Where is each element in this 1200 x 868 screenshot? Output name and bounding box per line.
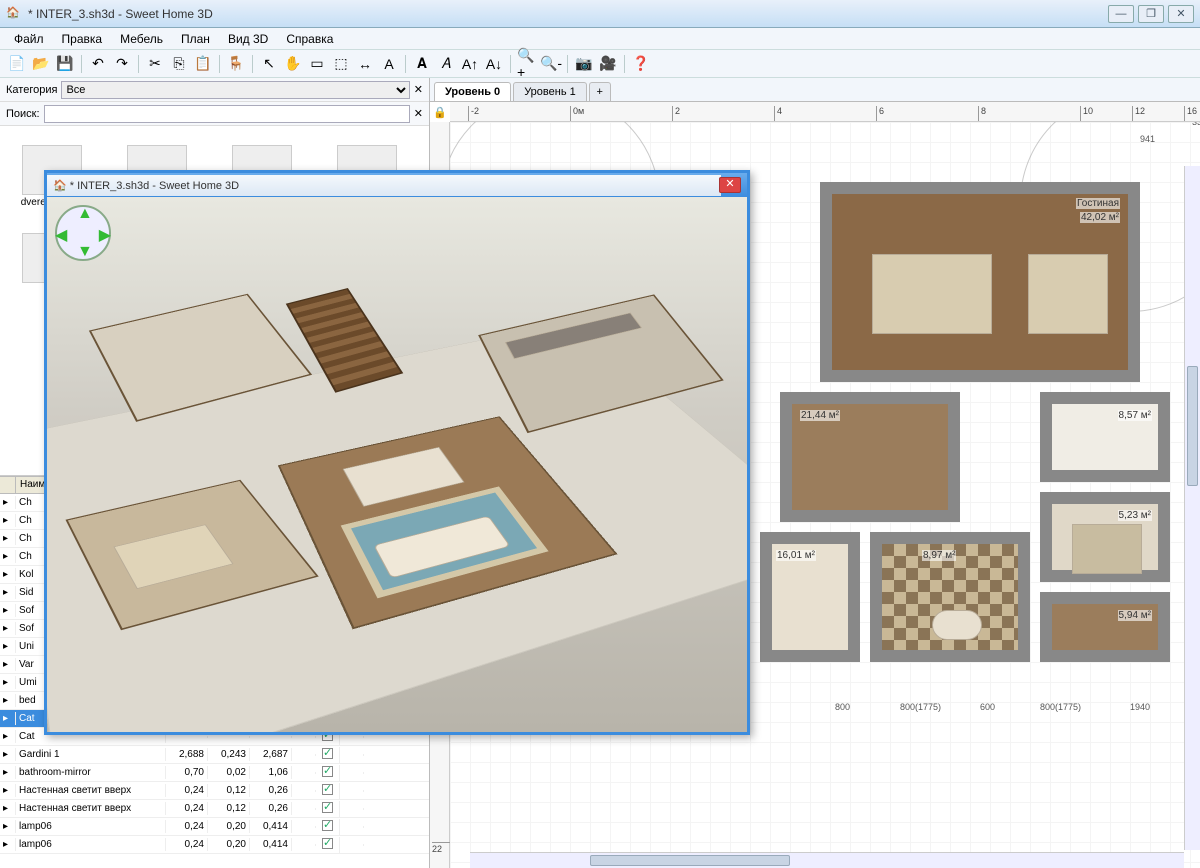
ruler-horizontal: -20м2468101216 bbox=[450, 102, 1200, 122]
text-size-down-icon[interactable]: A↓ bbox=[483, 53, 505, 75]
lock-icon[interactable]: 🔒 bbox=[430, 102, 450, 122]
menubar: ФайлПравкаМебельПланВид 3DСправка bbox=[0, 28, 1200, 50]
photo-icon[interactable]: 📷 bbox=[573, 53, 595, 75]
clear-icon[interactable]: ✕ bbox=[414, 83, 423, 96]
menu-Справка[interactable]: Справка bbox=[278, 30, 341, 48]
dimension-icon[interactable]: ↔ bbox=[354, 53, 376, 75]
paste-icon[interactable]: 📋 bbox=[192, 53, 214, 75]
copy-icon[interactable]: ⎘ bbox=[168, 53, 190, 75]
table-row[interactable]: ▸Настенная светит вверх0,240,120,26 bbox=[0, 782, 429, 800]
menu-План[interactable]: План bbox=[173, 30, 218, 48]
text-italic-icon[interactable]: 𝐴 bbox=[435, 53, 457, 75]
select-icon[interactable]: ↖ bbox=[258, 53, 280, 75]
cut-icon[interactable]: ✂ bbox=[144, 53, 166, 75]
help-icon[interactable]: ❓ bbox=[630, 53, 652, 75]
add-furniture-icon[interactable]: 🪑 bbox=[225, 53, 247, 75]
menu-Мебель[interactable]: Мебель bbox=[112, 30, 171, 48]
category-row: Категория Все ✕ bbox=[0, 78, 429, 102]
view-3d-window[interactable]: 🏠 * INTER_3.sh3d - Sweet Home 3D ✕ ▲ ▼ ◀… bbox=[44, 170, 750, 735]
text-icon[interactable]: A bbox=[378, 53, 400, 75]
add-level-button[interactable]: + bbox=[589, 82, 611, 101]
table-row[interactable]: ▸Gardini 12,6880,2432,687 bbox=[0, 746, 429, 764]
window-title: * INTER_3.sh3d - Sweet Home 3D bbox=[28, 7, 1108, 21]
search-input[interactable] bbox=[44, 105, 410, 123]
toolbar: 📄📂💾 ↶↷ ✂⎘📋 🪑 ↖✋▭⬚↔A𝐀𝐴A↑A↓ 🔍+🔍- 📷🎥 ❓ bbox=[0, 50, 1200, 78]
pan-icon[interactable]: ✋ bbox=[282, 53, 304, 75]
titlebar: 🏠 * INTER_3.sh3d - Sweet Home 3D — ❐ ✕ bbox=[0, 0, 1200, 28]
level-tab[interactable]: Уровень 1 bbox=[513, 82, 587, 101]
save-icon[interactable]: 💾 bbox=[54, 53, 76, 75]
text-bold-icon[interactable]: 𝐀 bbox=[411, 53, 433, 75]
table-row[interactable]: ▸lamp060,240,200,414 bbox=[0, 836, 429, 854]
wall-icon[interactable]: ▭ bbox=[306, 53, 328, 75]
table-row[interactable]: ▸Настенная светит вверх0,240,120,26 bbox=[0, 800, 429, 818]
category-label: Категория bbox=[6, 84, 57, 96]
app-icon: 🏠 bbox=[6, 6, 22, 22]
clear-search-icon[interactable]: ✕ bbox=[414, 107, 423, 120]
level-tab[interactable]: Уровень 0 bbox=[434, 82, 511, 101]
menu-Файл[interactable]: Файл bbox=[6, 30, 52, 48]
level-tabs: Уровень 0Уровень 1+ bbox=[430, 78, 1200, 102]
view-3d-close-button[interactable]: ✕ bbox=[719, 177, 741, 193]
menu-Вид 3D[interactable]: Вид 3D bbox=[220, 30, 276, 48]
new-icon[interactable]: 📄 bbox=[6, 53, 28, 75]
menu-Правка[interactable]: Правка bbox=[54, 30, 111, 48]
nav-compass[interactable]: ▲ ▼ ◀ ▶ bbox=[55, 205, 111, 261]
zoom-out-icon[interactable]: 🔍- bbox=[540, 53, 562, 75]
view-3d-title: * INTER_3.sh3d - Sweet Home 3D bbox=[70, 180, 239, 192]
video-icon[interactable]: 🎥 bbox=[597, 53, 619, 75]
table-row[interactable]: ▸lamp060,240,200,414 bbox=[0, 818, 429, 836]
view-3d-canvas[interactable]: ▲ ▼ ◀ ▶ bbox=[47, 197, 747, 732]
scrollbar-horizontal[interactable] bbox=[470, 852, 1184, 868]
table-row[interactable]: ▸bathroom-mirror0,700,021,06 bbox=[0, 764, 429, 782]
redo-icon[interactable]: ↷ bbox=[111, 53, 133, 75]
minimize-button[interactable]: — bbox=[1108, 5, 1134, 23]
maximize-button[interactable]: ❐ bbox=[1138, 5, 1164, 23]
scrollbar-vertical[interactable] bbox=[1184, 166, 1200, 850]
room-icon[interactable]: ⬚ bbox=[330, 53, 352, 75]
search-row: Поиск: ✕ bbox=[0, 102, 429, 126]
undo-icon[interactable]: ↶ bbox=[87, 53, 109, 75]
app-icon: 🏠 bbox=[53, 180, 67, 192]
close-button[interactable]: ✕ bbox=[1168, 5, 1194, 23]
floorplan: Гостиная 42,02 м² 21,44 м² 8,57 м² 5,2 bbox=[780, 142, 1200, 662]
category-select[interactable]: Все bbox=[61, 81, 409, 99]
zoom-in-icon[interactable]: 🔍+ bbox=[516, 53, 538, 75]
text-size-up-icon[interactable]: A↑ bbox=[459, 53, 481, 75]
search-label: Поиск: bbox=[6, 108, 40, 120]
open-icon[interactable]: 📂 bbox=[30, 53, 52, 75]
